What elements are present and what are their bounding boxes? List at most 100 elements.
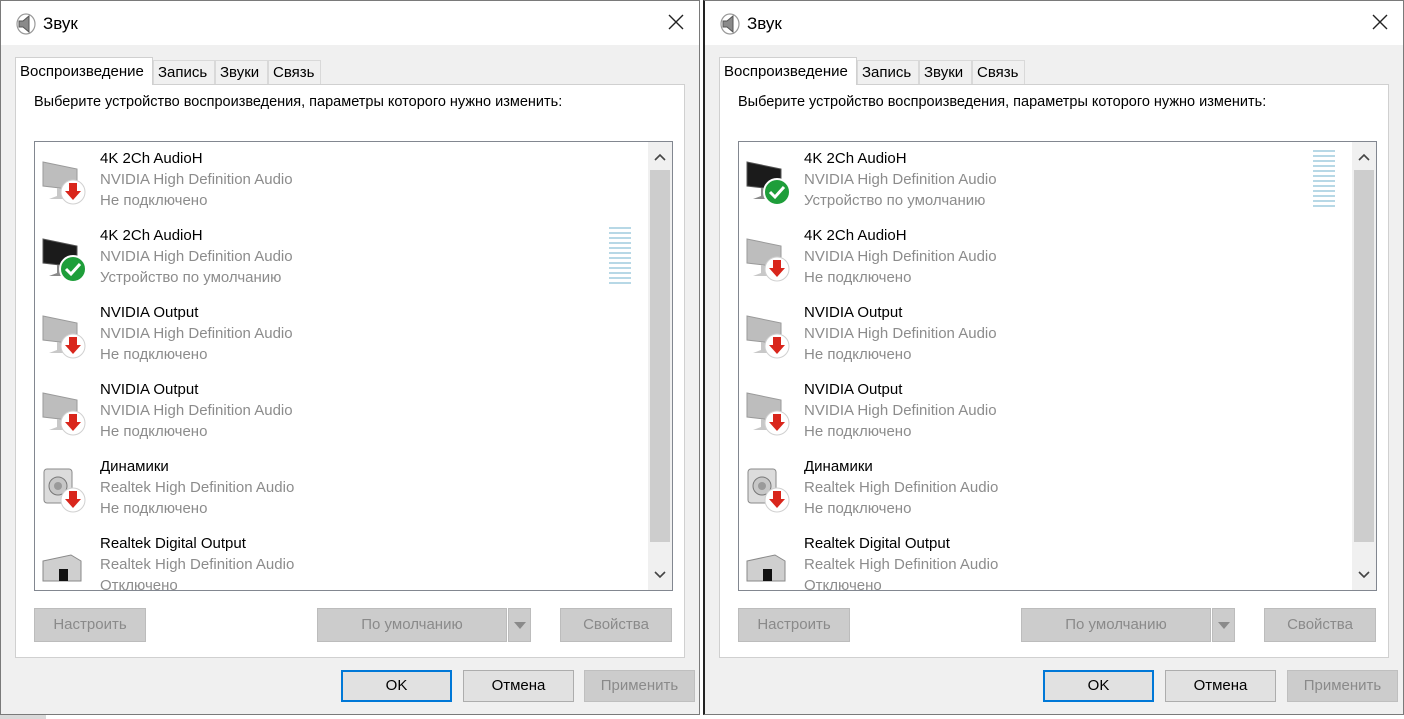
speaker-app-icon: [15, 13, 37, 35]
ok-button[interactable]: OK: [341, 670, 452, 702]
device-item[interactable]: Динамики Realtek High Definition Audio Н…: [35, 450, 635, 527]
cancel-button[interactable]: Отмена: [1165, 670, 1276, 702]
device-name: Realtek Digital Output: [804, 535, 950, 552]
title-bar[interactable]: Звук: [705, 1, 1403, 45]
set-default-split-button[interactable]: По умолчанию: [1021, 608, 1235, 642]
device-status: Не подключено: [804, 423, 912, 440]
speaker-icon: [41, 464, 87, 514]
device-name: 4K 2Ch AudioH: [100, 150, 203, 167]
device-item[interactable]: Динамики Realtek High Definition Audio Н…: [739, 450, 1339, 527]
device-item[interactable]: NVIDIA Output NVIDIA High Definition Aud…: [739, 296, 1339, 373]
tab-playback[interactable]: Воспроизведение: [719, 57, 857, 85]
device-name: 4K 2Ch AudioH: [804, 227, 907, 244]
device-status: Не подключено: [804, 346, 912, 363]
device-driver: NVIDIA High Definition Audio: [100, 402, 293, 419]
device-driver: Realtek High Definition Audio: [100, 556, 295, 573]
device-item[interactable]: NVIDIA Output NVIDIA High Definition Aud…: [35, 373, 635, 450]
tab-recording[interactable]: Запись: [153, 60, 215, 84]
apply-button[interactable]: Применить: [1287, 670, 1398, 702]
device-list[interactable]: 4K 2Ch AudioH NVIDIA High Definition Aud…: [34, 141, 673, 591]
device-item[interactable]: Realtek Digital Output Realtek High Defi…: [739, 527, 1339, 591]
device-status: Отключено: [100, 577, 178, 591]
device-driver: Realtek High Definition Audio: [804, 479, 999, 496]
set-default-button[interactable]: По умолчанию: [317, 608, 507, 642]
close-button[interactable]: [659, 7, 693, 41]
device-driver: NVIDIA High Definition Audio: [100, 248, 293, 265]
device-item[interactable]: 4K 2Ch AudioH NVIDIA High Definition Aud…: [739, 142, 1339, 219]
close-button[interactable]: [1363, 7, 1397, 41]
scroll-up-button[interactable]: [648, 144, 672, 170]
set-default-dropdown[interactable]: [1212, 608, 1235, 642]
monitor-icon: [41, 387, 87, 437]
device-name: Динамики: [804, 458, 873, 475]
device-item[interactable]: Realtek Digital Output Realtek High Defi…: [35, 527, 635, 591]
configure-button[interactable]: Настроить: [34, 608, 146, 642]
scroll-thumb[interactable]: [650, 170, 670, 542]
dropdown-arrow-icon: [1217, 616, 1230, 634]
volume-meter: [609, 227, 631, 287]
device-name: NVIDIA Output: [804, 304, 903, 321]
scroll-up-button[interactable]: [1352, 144, 1376, 170]
chevron-down-icon: [654, 566, 666, 584]
instruction-text: Выберите устройство воспроизведения, пар…: [738, 94, 1267, 110]
monitor-icon: [745, 310, 791, 360]
playback-panel: Выберите устройство воспроизведения, пар…: [719, 84, 1389, 658]
set-default-button[interactable]: По умолчанию: [1021, 608, 1211, 642]
device-status: Не подключено: [804, 500, 912, 517]
device-driver: Realtek High Definition Audio: [100, 479, 295, 496]
device-name: 4K 2Ch AudioH: [804, 150, 907, 167]
vertical-scrollbar[interactable]: [1352, 142, 1376, 590]
chevron-up-icon: [654, 148, 666, 166]
window-title: Звук: [43, 14, 78, 33]
monitor-icon: [745, 233, 791, 283]
monitor-icon: [745, 387, 791, 437]
properties-button[interactable]: Свойства: [1264, 608, 1376, 642]
digital-output-icon: [41, 541, 87, 590]
cancel-button[interactable]: Отмена: [463, 670, 574, 702]
close-icon: [1371, 13, 1389, 36]
tab-sounds[interactable]: Звуки: [919, 60, 972, 84]
set-default-dropdown[interactable]: [508, 608, 531, 642]
device-item[interactable]: 4K 2Ch AudioH NVIDIA High Definition Aud…: [739, 219, 1339, 296]
speaker-app-icon: [719, 13, 741, 35]
device-item[interactable]: NVIDIA Output NVIDIA High Definition Aud…: [739, 373, 1339, 450]
title-bar[interactable]: Звук: [1, 1, 699, 45]
device-item[interactable]: 4K 2Ch AudioH NVIDIA High Definition Aud…: [35, 219, 635, 296]
device-driver: Realtek High Definition Audio: [804, 556, 999, 573]
ok-button[interactable]: OK: [1043, 670, 1154, 702]
device-status: Отключено: [804, 577, 882, 591]
tab-playback[interactable]: Воспроизведение: [15, 57, 153, 85]
properties-button[interactable]: Свойства: [560, 608, 672, 642]
device-name: NVIDIA Output: [100, 381, 199, 398]
chevron-up-icon: [1358, 148, 1370, 166]
tab-sounds[interactable]: Звуки: [215, 60, 268, 84]
device-name: Динамики: [100, 458, 169, 475]
device-list[interactable]: 4K 2Ch AudioH NVIDIA High Definition Aud…: [738, 141, 1377, 591]
vertical-scrollbar[interactable]: [648, 142, 672, 590]
device-status: Устройство по умолчанию: [100, 269, 282, 286]
tab-recording[interactable]: Запись: [857, 60, 919, 84]
device-name: Realtek Digital Output: [100, 535, 246, 552]
sound-dialog-right: Звук Воспроизведение Запись Звуки Связь …: [703, 0, 1404, 715]
device-driver: NVIDIA High Definition Audio: [804, 402, 997, 419]
tab-communications[interactable]: Связь: [972, 60, 1025, 84]
device-status: Не подключено: [100, 423, 208, 440]
set-default-split-button[interactable]: По умолчанию: [317, 608, 531, 642]
device-name: 4K 2Ch AudioH: [100, 227, 203, 244]
scroll-down-button[interactable]: [1352, 562, 1376, 588]
chevron-down-icon: [1358, 566, 1370, 584]
device-driver: NVIDIA High Definition Audio: [804, 248, 997, 265]
device-driver: NVIDIA High Definition Audio: [100, 325, 293, 342]
scroll-thumb[interactable]: [1354, 170, 1374, 542]
device-driver: NVIDIA High Definition Audio: [100, 171, 293, 188]
apply-button[interactable]: Применить: [584, 670, 695, 702]
monitor-icon: [41, 233, 87, 283]
device-item[interactable]: 4K 2Ch AudioH NVIDIA High Definition Aud…: [35, 142, 635, 219]
device-status: Не подключено: [100, 500, 208, 517]
configure-button[interactable]: Настроить: [738, 608, 850, 642]
close-icon: [667, 13, 685, 36]
scroll-down-button[interactable]: [648, 562, 672, 588]
tab-communications[interactable]: Связь: [268, 60, 321, 84]
sound-dialog-left: Звук Воспроизведение Запись Звуки Связь …: [0, 0, 700, 715]
device-item[interactable]: NVIDIA Output NVIDIA High Definition Aud…: [35, 296, 635, 373]
